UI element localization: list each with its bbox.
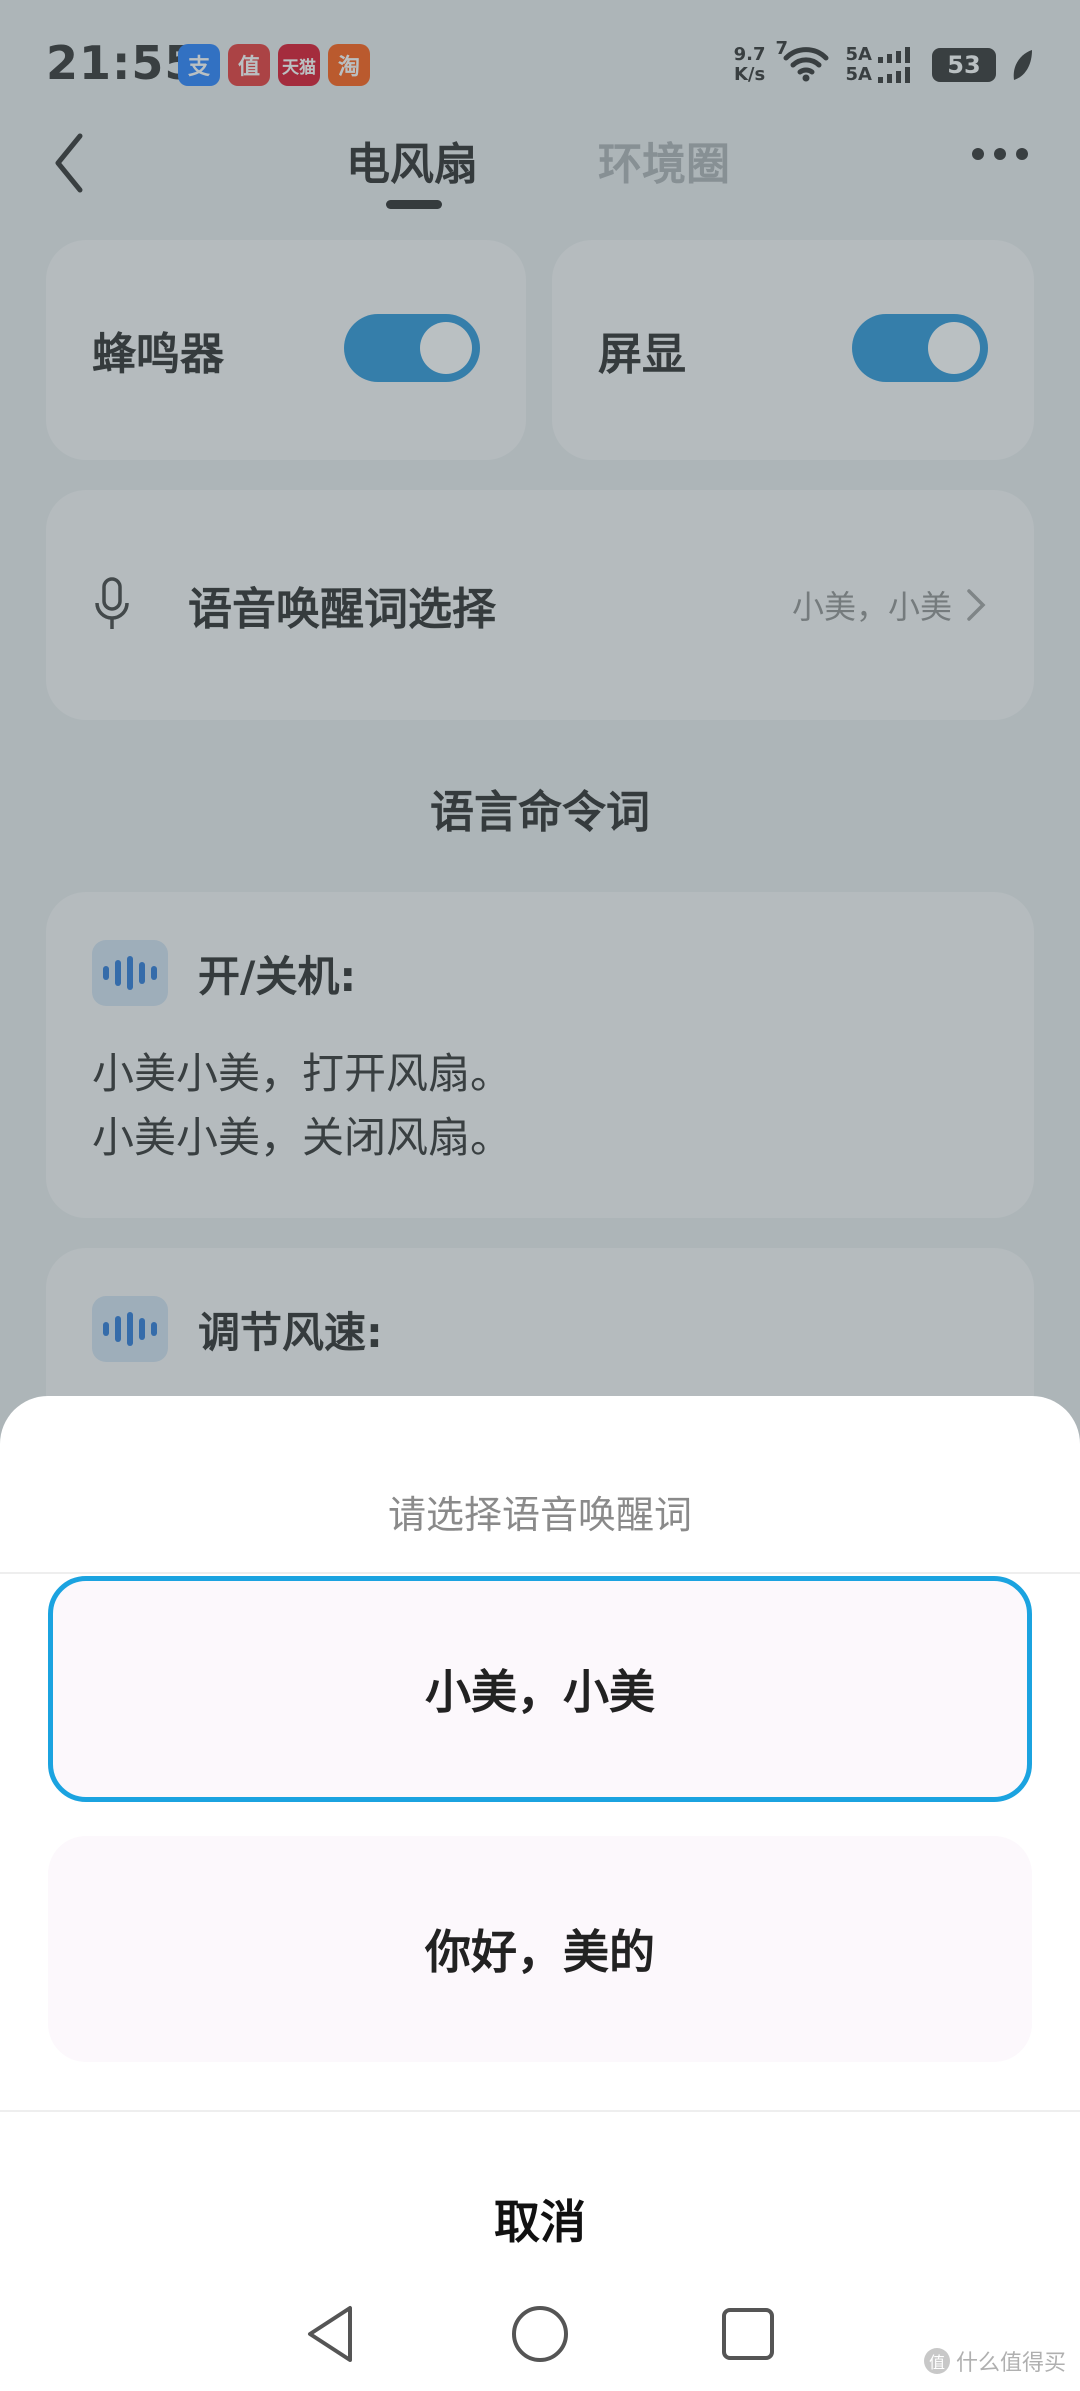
sheet-divider (0, 2110, 1080, 2112)
nav-home-icon[interactable] (508, 2302, 572, 2366)
watermark: 值 什么值得买 (923, 2345, 1066, 2377)
sheet-title: 请选择语音唤醒词 (387, 1493, 692, 1537)
cancel-button[interactable]: 取消 (0, 2186, 1080, 2252)
watermark-text: 什么值得买 (955, 2351, 1066, 2376)
watermark-badge: 值 (923, 2348, 950, 2374)
system-nav-bar: 值 什么值得买 (0, 2300, 1080, 2391)
wake-word-sheet: 请选择语音唤醒词 小美，小美 你好，美的 取消 值 什么值得买 (0, 1396, 1080, 2391)
wake-option-xiaomei[interactable]: 小美，小美 (48, 1576, 1032, 1802)
nav-recents-icon[interactable] (716, 2302, 780, 2366)
sheet-divider (0, 1572, 1080, 1574)
wake-option-nihao-midea[interactable]: 你好，美的 (48, 1836, 1032, 2062)
nav-back-icon[interactable] (300, 2302, 364, 2366)
